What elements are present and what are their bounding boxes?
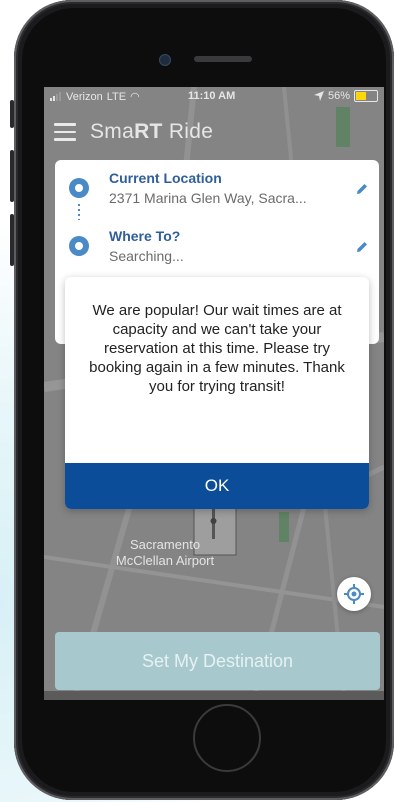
hamburger-menu-icon[interactable] <box>54 123 76 141</box>
destination-marker-icon <box>69 236 89 256</box>
route-connector <box>78 204 80 220</box>
brand-prefix: Sma <box>90 120 135 143</box>
status-right: 56% <box>313 90 378 102</box>
status-time: 11:10 AM <box>188 90 236 102</box>
carrier-name: Verizon <box>66 90 103 103</box>
volume-up-button <box>10 150 14 202</box>
brand-bold: RT <box>134 120 163 143</box>
battery-fill <box>356 92 366 100</box>
app-screen: Verizon LTE ◠ 11:10 AM 56% SmaRT Ride Cu… <box>44 87 384 700</box>
app-bar: SmaRT Ride <box>44 115 384 151</box>
status-bar: Verizon LTE ◠ 11:10 AM 56% <box>44 87 384 107</box>
crosshair-icon <box>344 584 364 604</box>
destination-row[interactable]: Where To? Searching... <box>55 222 379 268</box>
signal-icon <box>50 92 61 101</box>
destination-title: Where To? <box>109 228 181 244</box>
map-airport-label: Sacramento McClellan Airport <box>115 537 215 568</box>
front-camera <box>159 54 171 66</box>
volume-down-button <box>10 214 14 266</box>
brand-suffix: Ride <box>162 120 214 143</box>
current-location-address: 2371 Marina Glen Way, Sacra... <box>109 190 307 206</box>
origin-marker-icon <box>69 178 89 198</box>
battery-percent: 56% <box>327 90 350 102</box>
edit-pencil-icon[interactable] <box>355 182 369 196</box>
status-left: Verizon LTE ◠ <box>50 90 140 103</box>
location-arrow-icon <box>313 91 324 101</box>
battery-icon <box>354 90 378 102</box>
current-location-title: Current Location <box>109 170 222 186</box>
earpiece-speaker <box>194 56 252 62</box>
dialog-message: We are popular! Our wait times are at ca… <box>89 302 345 395</box>
capacity-alert-dialog: We are popular! Our wait times are at ca… <box>65 277 369 509</box>
network-type: LTE <box>106 90 127 103</box>
current-location-row[interactable]: Current Location 2371 Marina Glen Way, S… <box>55 164 379 210</box>
bottom-edge <box>44 691 384 700</box>
ok-button[interactable]: OK <box>65 463 369 509</box>
recenter-location-button[interactable] <box>337 577 371 611</box>
edit-pencil-icon[interactable] <box>355 240 369 254</box>
set-destination-button[interactable]: Set My Destination <box>55 632 380 690</box>
mute-switch <box>10 100 14 128</box>
home-button[interactable] <box>193 704 261 772</box>
destination-status: Searching... <box>109 248 184 264</box>
wifi-icon: ◠ <box>130 91 140 103</box>
app-brand-title: SmaRT Ride <box>90 120 213 144</box>
